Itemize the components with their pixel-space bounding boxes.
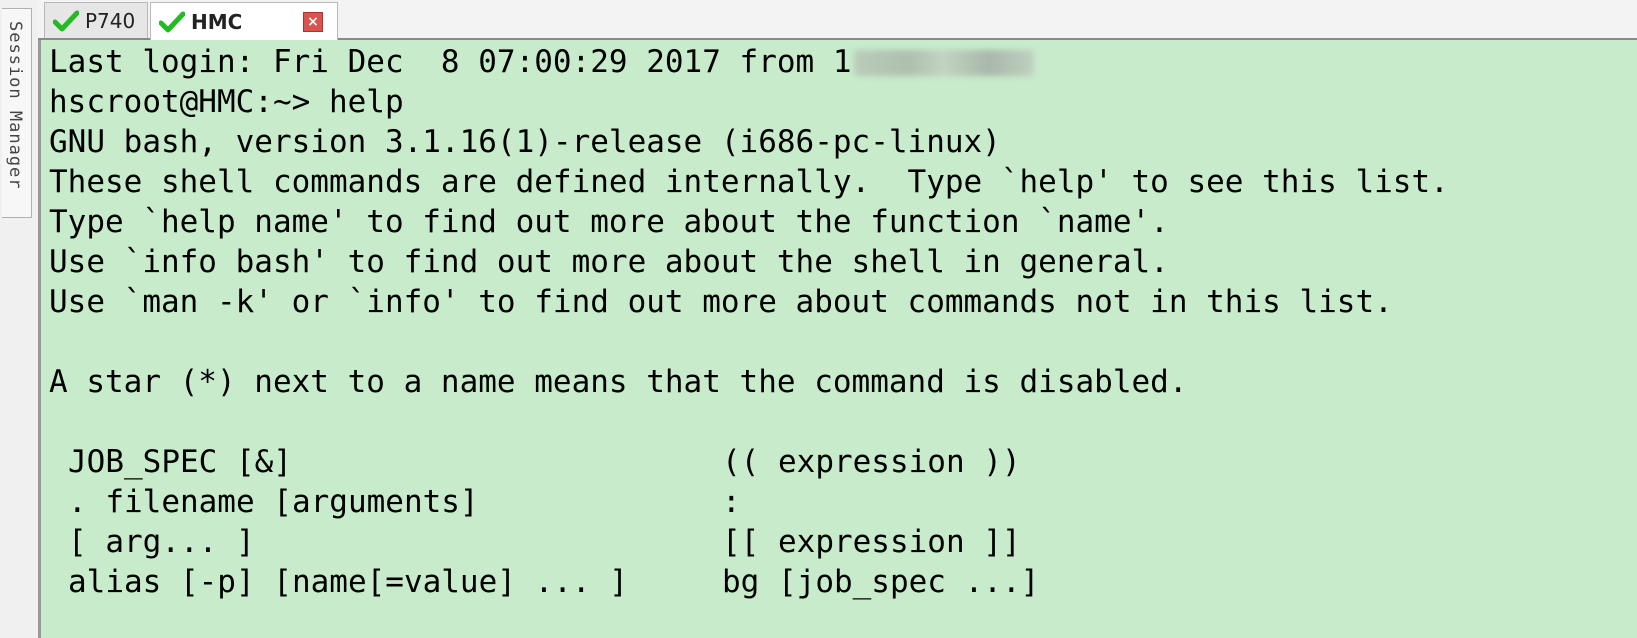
session-manager-tab[interactable]: Session Manager [2,8,32,218]
session-manager-label: Session Manager [5,21,25,190]
command-right: (( expression )) [722,444,1021,480]
terminal-line: A star (*) next to a name means that the… [49,364,1188,400]
tab-hmc[interactable]: HMC × [150,2,338,40]
terminal-line: Use `info bash' to find out more about t… [49,244,1169,280]
terminal-line: GNU bash, version 3.1.16(1)-release (i68… [49,124,1001,160]
tab-p740[interactable]: P740 [44,2,148,38]
command-table-row: . filename [arguments] : [49,482,1637,522]
check-icon [53,10,79,31]
command-right: bg [job_spec ...] [722,564,1040,600]
close-icon[interactable]: × [303,12,323,32]
session-manager-panel: Session Manager [0,0,39,638]
command-table-row: [ arg... ] [[ expression ]] [49,522,1637,562]
tab-p740-label: P740 [85,8,136,33]
redacted-ip-address [853,50,1034,76]
command-table-row: JOB_SPEC [&] (( expression )) [49,442,1637,482]
terminal-line-last-login: Last login: Fri Dec 8 07:00:29 2017 from… [49,42,1637,82]
terminal-app-window: Session Manager P740 HMC × Last login: F… [0,0,1637,638]
terminal-line: Use `man -k' or `info' to find out more … [49,284,1393,320]
command-right: : [722,484,741,520]
check-icon [159,11,185,32]
command-left: JOB_SPEC [&] [68,444,292,480]
session-tab-bar: P740 HMC × [38,0,1637,40]
command-left: . filename [arguments] [68,484,479,520]
terminal-line: These shell commands are defined interna… [49,164,1449,200]
command-table-row: alias [-p] [name[=value] ... ] bg [job_s… [49,562,1637,602]
terminal-output[interactable]: Last login: Fri Dec 8 07:00:29 2017 from… [38,40,1637,638]
tab-hmc-label: HMC [191,9,243,34]
command-right: [[ expression ]] [722,524,1021,560]
terminal-line: Type `help name' to find out more about … [49,204,1169,240]
command-left: alias [-p] [name[=value] ... ] [68,564,628,600]
terminal-line-prompt: hscroot@HMC:~> help [49,84,404,120]
command-left: [ arg... ] [68,524,255,560]
